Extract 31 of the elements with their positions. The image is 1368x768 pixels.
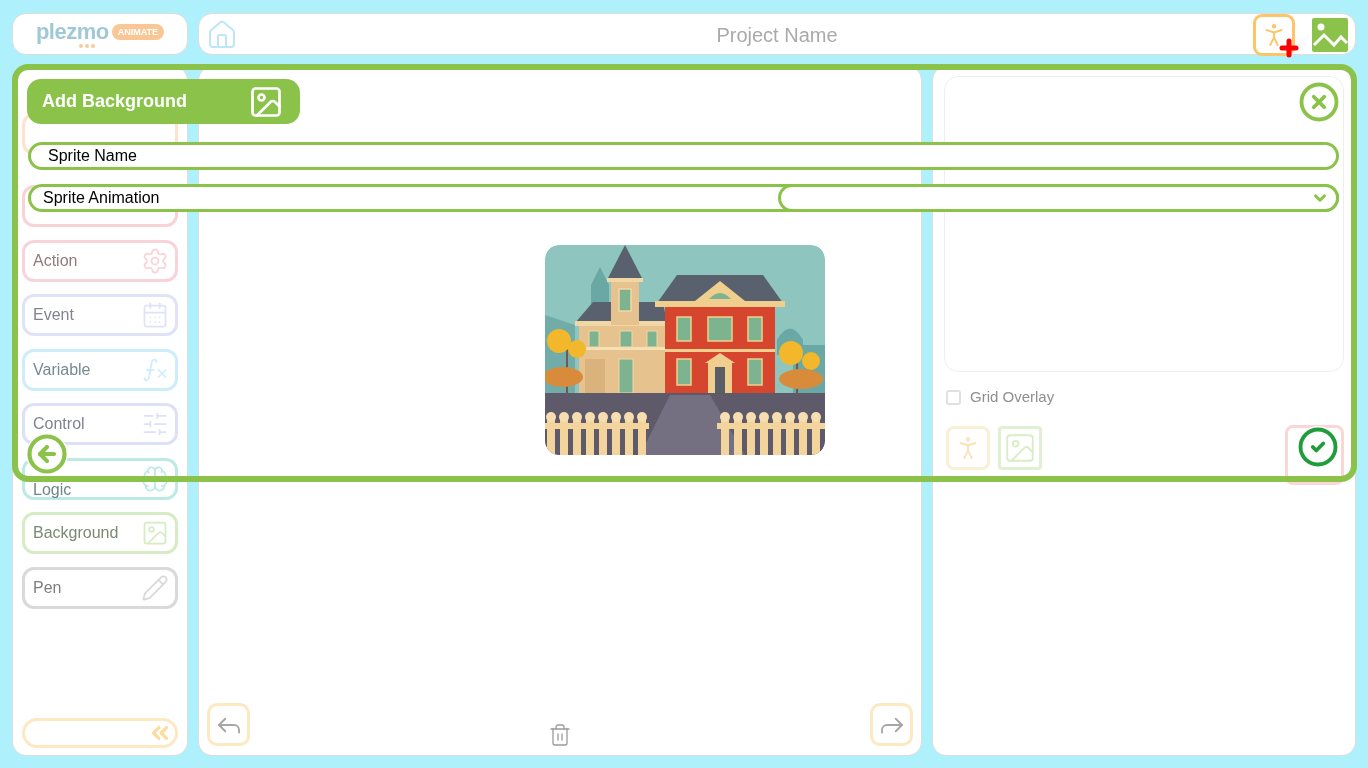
category-button[interactable]: Event [22, 294, 178, 336]
grid-overlay-label: Grid Overlay [970, 387, 1055, 407]
redo-button[interactable] [870, 703, 913, 746]
category-button[interactable]: Pen [22, 566, 178, 609]
category-button[interactable]: Background [22, 512, 178, 554]
animation-select[interactable] [778, 184, 1339, 212]
brain-icon [141, 464, 169, 493]
animation-label: Sprite Animation [42, 188, 161, 208]
trash-icon[interactable] [548, 723, 572, 747]
undo-button[interactable] [207, 703, 250, 746]
project-title: Project Name [716, 23, 838, 48]
category-button[interactable]: Variable [22, 348, 178, 391]
home-icon[interactable] [206, 19, 238, 51]
category-button[interactable]: Control [22, 403, 178, 445]
collapse-button[interactable] [22, 718, 178, 748]
add-sprite-button[interactable] [1253, 14, 1295, 56]
image-icon[interactable] [1312, 18, 1348, 52]
category-button[interactable]: Action [22, 239, 178, 282]
pencil-icon [141, 573, 169, 602]
logo-badge: ANIMATE [111, 24, 165, 40]
sprite-name-field[interactable]: Sprite Name [28, 142, 1339, 170]
logo-wordmark: plezmo [35, 20, 109, 43]
grid-overlay-checkbox[interactable] [946, 389, 961, 405]
image-icon [141, 519, 169, 547]
sliders-icon [141, 410, 169, 438]
calendar-icon [141, 301, 169, 329]
dialog-title: Add Background [42, 90, 187, 113]
dots-icon [78, 43, 95, 48]
gear-icon [141, 246, 169, 275]
add-background-button[interactable] [998, 425, 1042, 470]
plus-icon [1277, 36, 1301, 60]
